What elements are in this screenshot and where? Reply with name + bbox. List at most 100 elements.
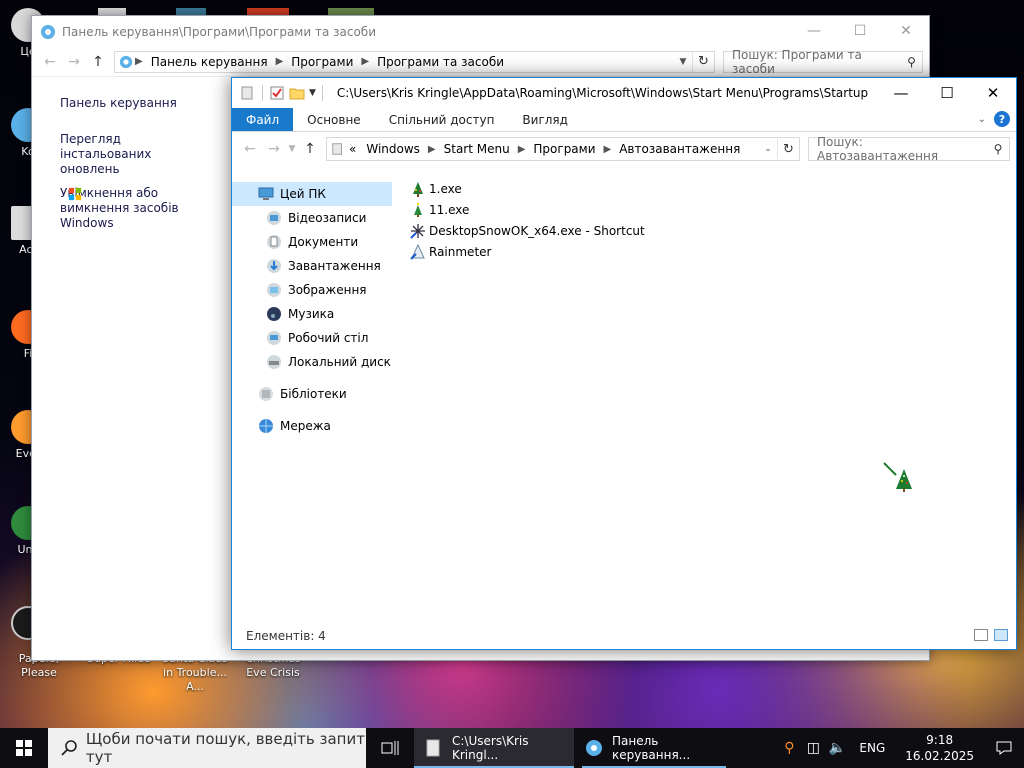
navigation-bar: ← → ↑ ▶ Панель керування ▶ Програми ▶ Пр… <box>32 47 929 77</box>
tab-home[interactable]: Основне <box>293 108 375 131</box>
breadcrumb-item[interactable]: Start Menu <box>438 142 516 156</box>
close-button[interactable]: ✕ <box>970 78 1016 108</box>
search-tray-icon[interactable]: ⚲ <box>777 728 801 768</box>
windows-features-link[interactable]: Увімкнення або вимкнення засобів Windows <box>60 186 220 231</box>
breadcrumb-item[interactable]: Програми <box>285 55 359 69</box>
control-panel-icon <box>586 740 602 756</box>
up-button[interactable]: ↑ <box>298 137 322 161</box>
minimize-button[interactable]: — <box>878 78 924 108</box>
task-view-icon <box>381 741 399 755</box>
control-panel-icon <box>41 24 55 39</box>
back-button[interactable]: ← <box>238 137 262 161</box>
control-panel-home-link[interactable]: Панель керування <box>60 96 232 111</box>
expand-ribbon-icon[interactable]: ⌄ <box>978 114 986 125</box>
file-item[interactable]: 1.exe <box>410 178 645 199</box>
tree-item-music[interactable]: Музика <box>232 302 392 326</box>
view-updates-link[interactable]: Перегляд інстальованих оновлень <box>60 132 210 177</box>
help-icon[interactable]: ? <box>994 111 1010 127</box>
control-panel-icon <box>119 55 133 68</box>
recent-locations-icon[interactable]: ▼ <box>286 137 298 161</box>
xmas-tree-small-icon <box>414 202 422 217</box>
tree-item-documents[interactable]: Документи <box>232 230 392 254</box>
chevron-down-icon[interactable]: ▼ <box>309 88 316 98</box>
new-folder-icon[interactable] <box>289 85 305 101</box>
details-view-icon[interactable] <box>974 629 988 641</box>
taskbar-control-panel-button[interactable]: Панель керування... <box>574 728 734 768</box>
refresh-button[interactable]: ↻ <box>777 139 799 159</box>
clock[interactable]: 9:18 16.02.2025 <box>895 732 984 764</box>
tree-item-network[interactable]: Мережа <box>232 414 392 438</box>
drive-icon <box>267 355 281 369</box>
refresh-button[interactable]: ↻ <box>692 51 714 72</box>
explorer-window[interactable]: ▼ C:\Users\Kris Kringle\AppData\Roaming\… <box>231 77 1017 650</box>
breadcrumb-separator[interactable]: ▶ <box>133 56 145 67</box>
tree-item-local-disk[interactable]: Локальний диск (C <box>232 350 392 374</box>
videos-icon <box>267 211 281 225</box>
xmas-tree-icon <box>883 462 912 492</box>
xmas-tree-icon <box>413 181 423 197</box>
language-indicator[interactable]: ENG <box>849 741 895 755</box>
tab-file[interactable]: Файл <box>232 108 294 131</box>
network-icon[interactable]: ◫ <box>801 728 825 768</box>
chevron-down-icon[interactable]: ⌄ <box>759 144 777 154</box>
address-bar[interactable]: ▶ Панель керування ▶ Програми ▶ Програми… <box>114 50 715 73</box>
window-title: Панель керування\Програми\Програми та за… <box>62 24 376 39</box>
forward-button[interactable]: → <box>62 50 86 74</box>
maximize-button[interactable]: ☐ <box>924 78 970 108</box>
taskbar-explorer-button[interactable]: C:\Users\Kris Kringl... <box>414 728 574 768</box>
folder-icon[interactable] <box>240 85 256 101</box>
item-count: Елементів: 4 <box>246 629 326 643</box>
task-view-button[interactable] <box>366 728 414 768</box>
search-input[interactable]: Пошук: Програми та засоби ⚲ <box>723 48 923 76</box>
breadcrumb-item[interactable]: Панель керування <box>145 55 274 69</box>
navigation-bar: ← → ▼ ↑ « Windows ▶ Start Menu ▶ Програм… <box>232 132 1016 166</box>
back-button[interactable]: ← <box>38 50 62 74</box>
breadcrumb-item[interactable]: Програми та засоби <box>371 55 510 69</box>
documents-icon <box>267 235 281 249</box>
chevron-down-icon[interactable]: ▼ <box>674 57 692 67</box>
file-item[interactable]: Rainmeter <box>410 241 645 262</box>
breadcrumb-separator[interactable]: ▶ <box>274 56 286 67</box>
start-button[interactable] <box>0 728 48 768</box>
shield-icon <box>68 187 82 201</box>
tab-share[interactable]: Спільний доступ <box>375 108 509 131</box>
file-item[interactable]: 11.exe <box>410 199 645 220</box>
breadcrumb-separator[interactable]: ▶ <box>602 144 614 155</box>
snowflake-icon <box>410 223 425 239</box>
pc-icon <box>258 187 274 200</box>
notifications-button[interactable] <box>984 728 1024 768</box>
breadcrumb-item[interactable]: Програми <box>527 142 601 156</box>
close-button[interactable]: ✕ <box>883 16 929 46</box>
large-icons-view-icon[interactable] <box>994 629 1008 641</box>
tree-item-videos[interactable]: Відеозаписи <box>232 206 392 230</box>
breadcrumb-separator[interactable]: ▶ <box>359 56 371 67</box>
breadcrumb-item[interactable]: Автозавантаження <box>613 142 746 156</box>
tree-item-libraries[interactable]: Бібліотеки <box>232 382 392 406</box>
tab-view[interactable]: Вигляд <box>508 108 582 131</box>
tree-item-pictures[interactable]: Зображення <box>232 278 392 302</box>
rainmeter-icon <box>410 243 425 260</box>
breadcrumb-separator[interactable]: ▶ <box>516 144 528 155</box>
search-input[interactable]: Пошук: Автозавантаження ⚲ <box>808 135 1010 163</box>
minimize-button[interactable]: — <box>791 16 837 46</box>
forward-button[interactable]: → <box>262 137 286 161</box>
tree-item-desktop[interactable]: Робочий стіл <box>232 326 392 350</box>
properties-icon[interactable] <box>269 85 285 101</box>
file-list: 1.exe 11.exe DesktopSnowOK_x64.exe - Sho… <box>410 178 645 262</box>
breadcrumb-separator[interactable]: ▶ <box>426 144 438 155</box>
address-bar[interactable]: « Windows ▶ Start Menu ▶ Програми ▶ Авто… <box>326 137 800 161</box>
folder-icon <box>332 143 342 155</box>
tree-item-this-pc[interactable]: Цей ПК <box>232 182 392 206</box>
breadcrumb-overflow[interactable]: « <box>345 142 360 156</box>
notification-icon <box>996 741 1012 755</box>
explorer-body: Цей ПК Відеозаписи Документи Завантаженн… <box>232 178 1016 623</box>
volume-icon[interactable]: 🔈 <box>825 728 849 768</box>
tree-item-downloads[interactable]: Завантаження <box>232 254 392 278</box>
breadcrumb-item[interactable]: Windows <box>360 142 426 156</box>
maximize-button[interactable]: ☐ <box>837 16 883 46</box>
quick-access-toolbar: ▼ <box>240 85 325 101</box>
taskbar-search-input[interactable]: Щоби почати пошук, введіть запит тут <box>48 728 366 768</box>
downloads-icon <box>267 259 281 273</box>
file-item[interactable]: DesktopSnowOK_x64.exe - Shortcut <box>410 220 645 241</box>
up-button[interactable]: ↑ <box>86 50 110 74</box>
